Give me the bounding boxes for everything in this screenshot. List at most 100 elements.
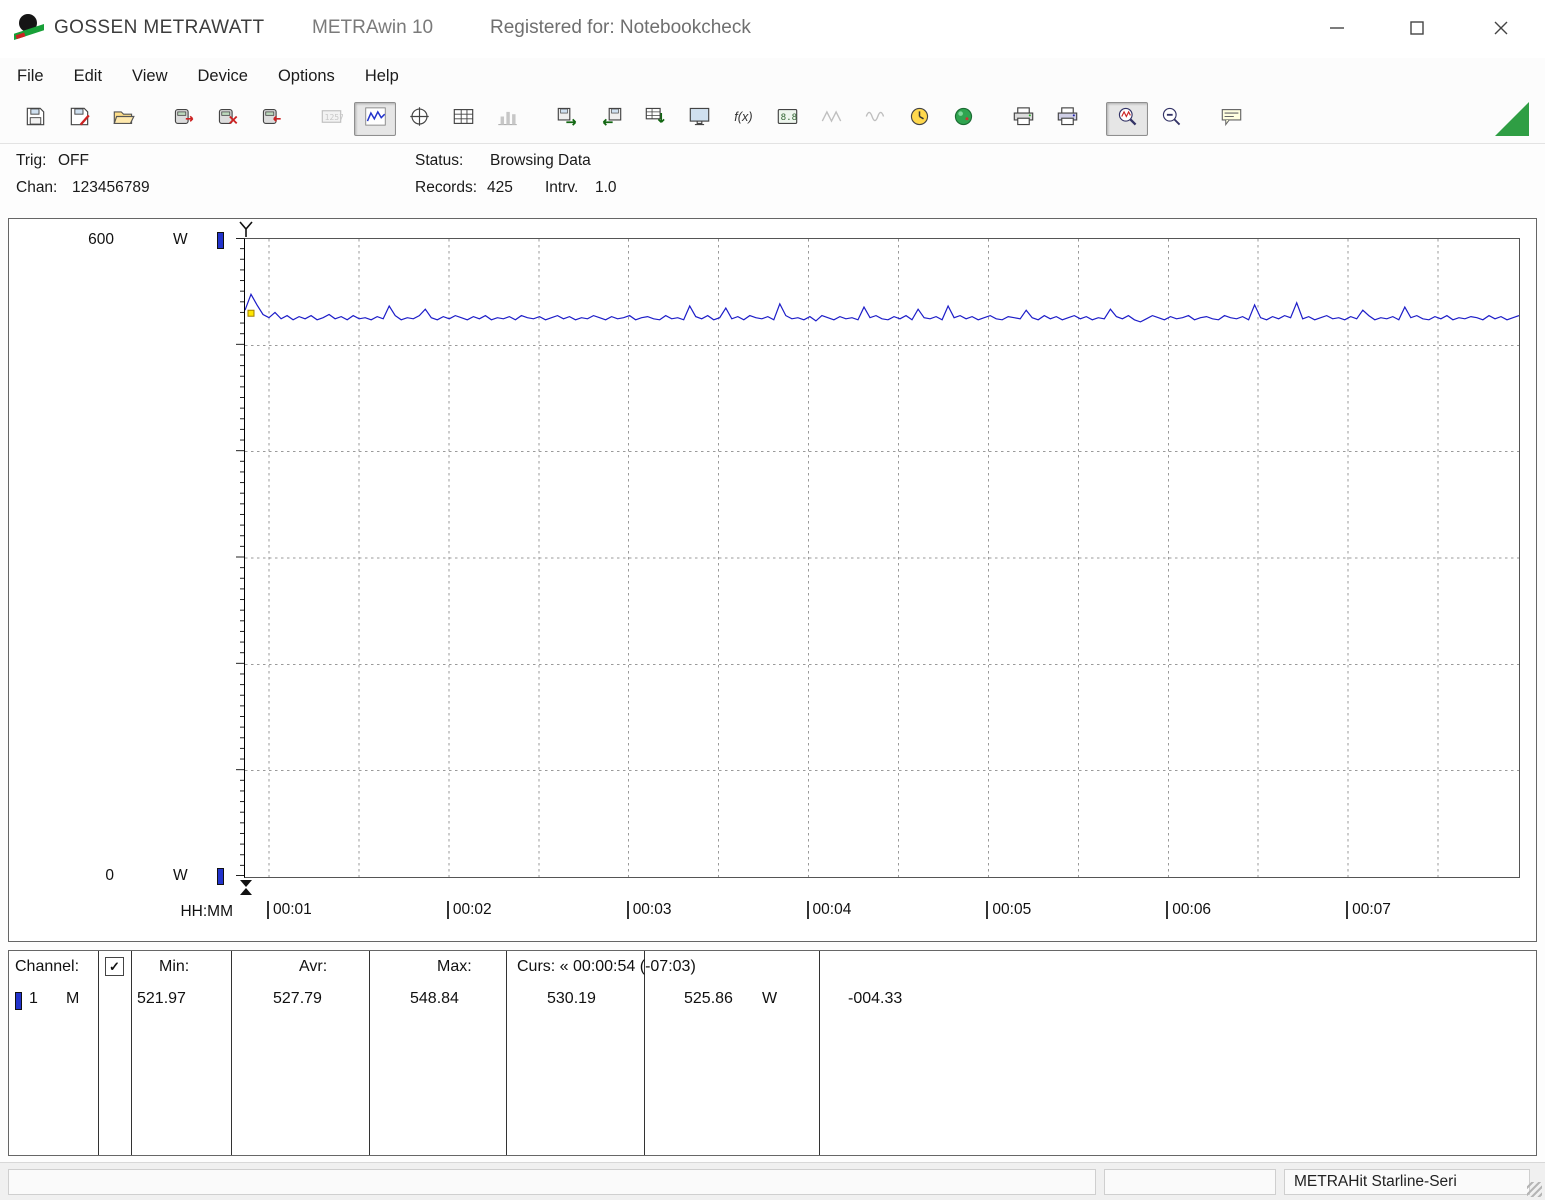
maximize-button[interactable] bbox=[1394, 8, 1440, 48]
resize-wedge-icon[interactable] bbox=[1495, 102, 1529, 136]
header-cursor: Curs: « 00:00:54 (-07:03) bbox=[517, 958, 696, 976]
registered-for-text: Registered for: Notebookcheck bbox=[490, 17, 751, 39]
y-axis-max-label: 600 bbox=[69, 231, 114, 249]
view-table-button[interactable] bbox=[442, 102, 484, 136]
view-histogram-button[interactable] bbox=[486, 102, 528, 136]
save-config-button[interactable] bbox=[58, 102, 100, 136]
wave-lower-button[interactable] bbox=[854, 102, 896, 136]
channel-color-marker-bottom bbox=[217, 868, 224, 885]
y-axis-unit-bottom: W bbox=[173, 867, 188, 885]
disk-pen-icon bbox=[68, 106, 91, 132]
export-table-button[interactable] bbox=[634, 102, 676, 136]
x-tick-label: 00:06 bbox=[1166, 901, 1211, 919]
menu-help[interactable]: Help bbox=[350, 67, 414, 86]
app-title: METRAwin 10 bbox=[312, 17, 433, 39]
wave-upper-button[interactable] bbox=[810, 102, 852, 136]
meter-clock-button[interactable] bbox=[898, 102, 940, 136]
save-data-button[interactable] bbox=[14, 102, 56, 136]
toolbar: 1257 f(x) 8.8 bbox=[0, 94, 1545, 144]
view-trend-button[interactable] bbox=[354, 102, 396, 136]
checkmark-icon: ✓ bbox=[109, 959, 120, 975]
close-button[interactable] bbox=[1478, 8, 1524, 48]
print-preview-button[interactable] bbox=[1002, 102, 1044, 136]
cursor-handle-bottom-icon[interactable] bbox=[238, 879, 254, 896]
meter-in-icon bbox=[172, 106, 195, 132]
alarm-monitor-button[interactable] bbox=[942, 102, 984, 136]
menu-edit[interactable]: Edit bbox=[59, 67, 117, 86]
chan-value: 123456789 bbox=[72, 179, 150, 197]
zoom-icon bbox=[1160, 106, 1183, 132]
meter-out-icon bbox=[260, 106, 283, 132]
header-min: Min: bbox=[159, 958, 189, 976]
app-window: GOSSEN METRAWATT METRAwin 10 Registered … bbox=[0, 0, 1545, 1200]
statusbar-extra-panel bbox=[1104, 1169, 1276, 1195]
x-tick-label: 00:02 bbox=[447, 901, 492, 919]
device-read-button[interactable] bbox=[162, 102, 204, 136]
menu-options[interactable]: Options bbox=[263, 67, 350, 86]
cursor-handle-top-icon[interactable] bbox=[238, 221, 254, 238]
import-data-button[interactable] bbox=[590, 102, 632, 136]
view-scope-button[interactable] bbox=[398, 102, 440, 136]
menu-view[interactable]: View bbox=[117, 67, 182, 86]
formula-button[interactable]: f(x) bbox=[722, 102, 764, 136]
menu-device[interactable]: Device bbox=[183, 67, 263, 86]
svg-text:1257: 1257 bbox=[324, 112, 342, 121]
chan-label: Chan: bbox=[16, 179, 68, 197]
channel-min-value: 521.97 bbox=[137, 990, 186, 1008]
cursor-delta-value: -004.33 bbox=[848, 990, 902, 1008]
status-bar: METRAHit Starline-Seri bbox=[0, 1162, 1545, 1200]
bars-icon bbox=[496, 106, 519, 132]
table-divider bbox=[98, 951, 99, 1155]
cursor2-value: 525.86 bbox=[684, 990, 733, 1008]
header-channel: Channel: bbox=[15, 958, 79, 976]
fx-icon: f(x) bbox=[732, 106, 755, 132]
channel-visible-checkbox[interactable]: ✓ bbox=[105, 957, 124, 976]
open-file-button[interactable] bbox=[102, 102, 144, 136]
cursor1-marker bbox=[248, 310, 254, 316]
export-screen-button[interactable] bbox=[678, 102, 720, 136]
scope-icon bbox=[408, 106, 431, 132]
title-bar: GOSSEN METRAWATT METRAwin 10 Registered … bbox=[0, 0, 1545, 58]
resize-grip[interactable] bbox=[1527, 1182, 1542, 1197]
menu-file[interactable]: File bbox=[2, 67, 59, 86]
disk-arrow2-icon bbox=[600, 106, 623, 132]
statusbar-message-panel bbox=[8, 1169, 1096, 1195]
x-axis-tick-labels: 00:0100:0200:0300:0400:0500:0600:07 bbox=[244, 901, 1518, 931]
x-tick-label: 00:07 bbox=[1346, 901, 1391, 919]
printer-icon bbox=[1012, 106, 1035, 132]
y-axis-unit-top: W bbox=[173, 231, 188, 249]
table-icon bbox=[452, 106, 475, 132]
channel-max-value: 548.84 bbox=[410, 990, 459, 1008]
display-multimeter-button[interactable]: 1257 bbox=[310, 102, 352, 136]
export-data-button[interactable] bbox=[546, 102, 588, 136]
printer2-icon bbox=[1056, 106, 1079, 132]
channel-mode: M bbox=[66, 990, 79, 1008]
trend-icon bbox=[364, 106, 387, 132]
folder-open-icon bbox=[112, 106, 135, 132]
wave2-icon bbox=[864, 106, 887, 132]
table-arrow-icon bbox=[644, 106, 667, 132]
zoom-out-button[interactable] bbox=[1150, 102, 1192, 136]
zoom-x-button[interactable] bbox=[1106, 102, 1148, 136]
plot-area[interactable] bbox=[244, 238, 1520, 878]
device-send-button[interactable] bbox=[250, 102, 292, 136]
interval-label: Intrv. bbox=[545, 179, 578, 197]
status-strip: Trig: OFF Chan: 123456789 Status: Browsi… bbox=[0, 146, 1545, 212]
callout-button[interactable] bbox=[1210, 102, 1252, 136]
display-values-button[interactable]: 8.8 bbox=[766, 102, 808, 136]
lcd2-icon: 8.8 bbox=[776, 106, 799, 132]
y-axis-min-label: 0 bbox=[69, 867, 114, 885]
trig-value: OFF bbox=[58, 152, 89, 170]
table-divider bbox=[506, 951, 507, 1155]
svg-text:8.8: 8.8 bbox=[780, 111, 797, 122]
device-disconnect-button[interactable] bbox=[206, 102, 248, 136]
records-value: 425 bbox=[487, 179, 513, 197]
cursor1-value: 530.19 bbox=[547, 990, 596, 1008]
header-avr: Avr: bbox=[299, 958, 327, 976]
x-tick-label: 00:01 bbox=[267, 901, 312, 919]
minimize-button[interactable] bbox=[1314, 8, 1360, 48]
menu-bar: File Edit View Device Options Help bbox=[0, 58, 1545, 94]
print-button[interactable] bbox=[1046, 102, 1088, 136]
brand-title: GOSSEN METRAWATT bbox=[54, 17, 264, 39]
channel-number: 1 bbox=[29, 990, 38, 1008]
